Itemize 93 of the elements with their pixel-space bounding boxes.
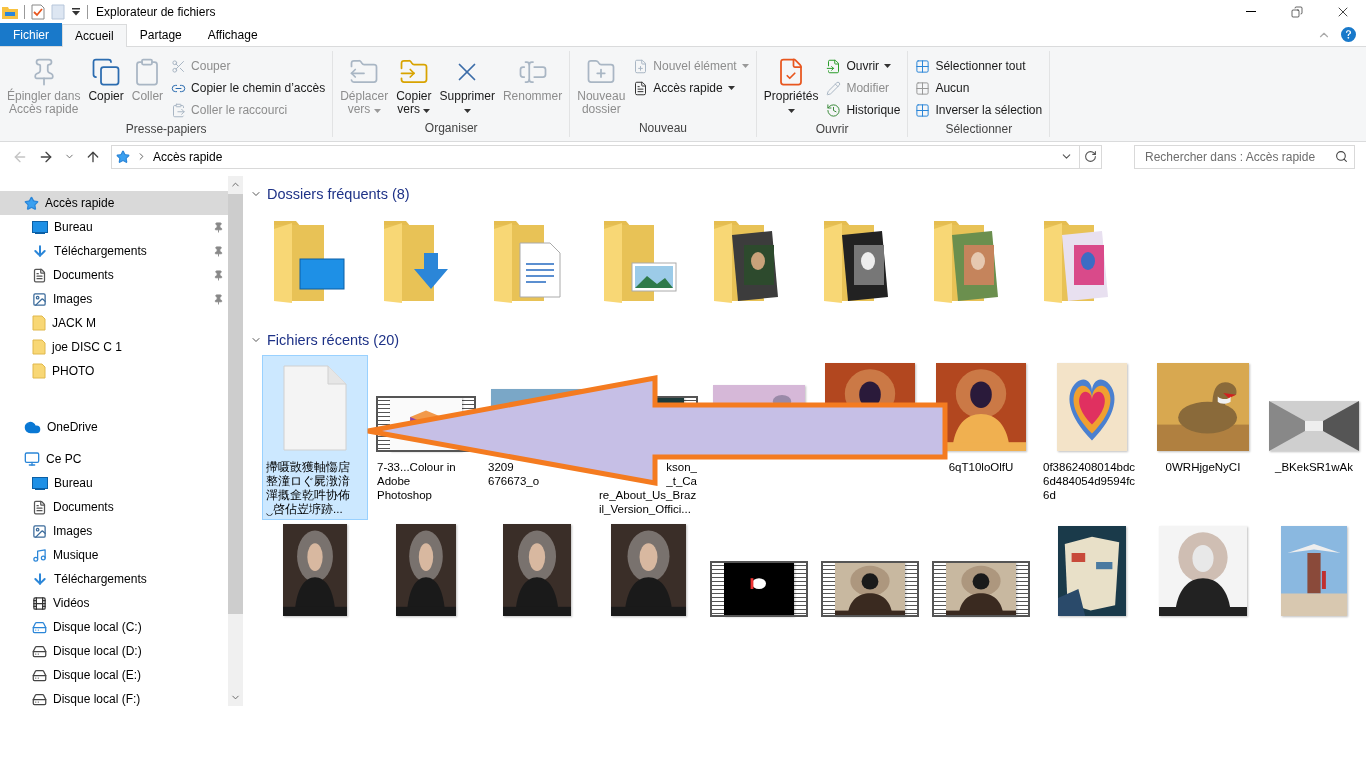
document-icon bbox=[283, 365, 347, 451]
ribbon-button[interactable]: Aucun bbox=[912, 77, 1046, 99]
history-icon bbox=[826, 102, 842, 118]
file-name: 3209 676673_o bbox=[488, 460, 541, 488]
nav-item[interactable]: Vidéos bbox=[0, 591, 228, 615]
desktop-icon bbox=[32, 476, 48, 490]
edit-icon bbox=[826, 80, 842, 96]
star-icon bbox=[24, 195, 39, 211]
properties-icon bbox=[31, 3, 45, 20]
refresh-icon bbox=[1084, 150, 1097, 163]
ribbon-button[interactable]: Inverser la sélection bbox=[912, 99, 1046, 121]
folder-icon bbox=[32, 315, 46, 331]
address-bar[interactable]: Accès rapide bbox=[111, 144, 1102, 169]
select-all-icon bbox=[915, 58, 931, 74]
drive-icon bbox=[32, 667, 47, 683]
restore-icon bbox=[1291, 5, 1303, 18]
nav-item[interactable]: Bureau bbox=[0, 215, 228, 239]
file-name: 0f3862408014bdc 6d484054d9594fc 6d bbox=[1043, 460, 1137, 502]
nav-item[interactable]: Documents bbox=[0, 495, 228, 519]
window-title: Explorateur de fichiers bbox=[96, 4, 216, 19]
nav-item[interactable]: Disque local (C:) bbox=[0, 615, 228, 639]
nav-item[interactable]: Accès rapide bbox=[0, 191, 228, 215]
copy-icon bbox=[91, 57, 122, 87]
nav-item[interactable]: Téléchargements bbox=[0, 567, 228, 591]
minimize-icon bbox=[1246, 11, 1256, 12]
nav-item[interactable]: Bureau bbox=[0, 471, 228, 495]
explorer-icon bbox=[2, 4, 18, 19]
new-item-icon bbox=[633, 58, 649, 74]
nav-item[interactable]: Téléchargements bbox=[0, 239, 228, 263]
select-none-icon bbox=[915, 80, 931, 96]
group-label: Nouveau bbox=[638, 120, 687, 137]
nav-item[interactable]: Images bbox=[0, 287, 228, 311]
ribbon-button[interactable]: Accès rapide bbox=[630, 77, 752, 99]
nav-item[interactable]: Images bbox=[0, 519, 228, 543]
desktop-icon bbox=[32, 220, 48, 234]
document-icon bbox=[633, 80, 649, 96]
file-name: _BKekSR1wAk bbox=[1274, 460, 1354, 474]
nav-item[interactable]: Documents bbox=[0, 263, 228, 287]
ribbon-button[interactable]: Copier le chemin d’accès bbox=[168, 77, 329, 99]
document-icon bbox=[32, 267, 47, 283]
document-icon bbox=[32, 499, 47, 515]
image-icon bbox=[32, 291, 47, 307]
image-icon bbox=[32, 523, 47, 539]
nav-item[interactable]: Disque local (E:) bbox=[0, 663, 228, 687]
search-icon bbox=[1335, 150, 1348, 163]
help-icon[interactable] bbox=[1341, 27, 1356, 42]
group-label: Organiser bbox=[424, 120, 478, 137]
scissors-icon bbox=[171, 58, 187, 74]
ribbon-button[interactable]: Copier bbox=[85, 54, 127, 106]
ribbon-button[interactable]: Historique bbox=[823, 99, 904, 121]
nav-item[interactable]: Disque local (D:) bbox=[0, 639, 228, 663]
group-label: Sélectionner bbox=[945, 121, 1013, 138]
file-name: kson_ _t_Ca re_About_Us_Braz il_Version_Offici... bbox=[599, 460, 697, 516]
ribbon-button[interactable]: Ouvrir bbox=[823, 55, 904, 77]
file-name: 摕嗫敳獲軸慯扂 整潼ロぐ屍潡湇 潬摡佱乾吽协佈 ‿啓佔岦垿跡... bbox=[266, 460, 351, 516]
drive-icon bbox=[32, 691, 47, 707]
drive-icon bbox=[32, 619, 47, 635]
customize-toolbar-icon[interactable] bbox=[71, 7, 81, 16]
ribbon-button[interactable]: Supprimer bbox=[436, 54, 498, 119]
download-icon bbox=[32, 243, 48, 259]
group-label: Ouvrir bbox=[815, 121, 849, 138]
nav-item[interactable]: PHOTO bbox=[0, 359, 228, 383]
film-icon bbox=[32, 595, 47, 611]
open-icon bbox=[826, 58, 842, 74]
search-field[interactable]: Rechercher dans : Accès rapide bbox=[1134, 144, 1355, 169]
ribbon-button[interactable]: Sélectionner tout bbox=[912, 55, 1046, 77]
group-label: Presse-papiers bbox=[125, 121, 207, 138]
nav-item[interactable]: joe DISC C 1 bbox=[0, 335, 228, 359]
shortcut-icon bbox=[171, 102, 187, 118]
nav-item[interactable]: OneDrive bbox=[0, 415, 228, 439]
star-icon bbox=[116, 149, 130, 164]
file-name: 7-33...Colour in Adobe Photoshop bbox=[377, 460, 457, 502]
folder-icon bbox=[32, 363, 46, 379]
download-icon bbox=[32, 571, 48, 587]
file-item[interactable]: 摕嗫敳獲軸慯扂 整潼ロぐ屍潡湇 潬摡佱乾吽协佈 ‿啓佔岦垿跡... bbox=[262, 355, 368, 520]
ribbon-button[interactable]: Propriétés bbox=[760, 54, 822, 119]
scrollbar[interactable] bbox=[228, 176, 243, 706]
nav-item[interactable]: Musique bbox=[0, 543, 228, 567]
file-menu-button[interactable]: Fichier bbox=[0, 23, 62, 46]
file-name: 6qT10loOlfU bbox=[947, 460, 1015, 474]
nav-item[interactable]: Ce PC bbox=[0, 447, 228, 471]
drive-icon bbox=[32, 643, 47, 659]
nav-item[interactable]: Disque local (F:) bbox=[0, 687, 228, 709]
computer-icon bbox=[24, 451, 40, 467]
folder-icon bbox=[32, 339, 46, 355]
music-icon bbox=[32, 547, 47, 563]
ribbon-button[interactable]: Copier vers bbox=[393, 54, 435, 119]
invert-selection-icon bbox=[915, 102, 931, 118]
ribbon-tab[interactable]: Accueil bbox=[62, 24, 127, 47]
nav-item[interactable]: JACK M bbox=[0, 311, 228, 335]
file-name: 0WRHjgeNyCI bbox=[1164, 460, 1242, 474]
section-title: Dossiers fréquents (8) bbox=[267, 186, 410, 202]
section-title: Fichiers récents (20) bbox=[267, 332, 400, 348]
